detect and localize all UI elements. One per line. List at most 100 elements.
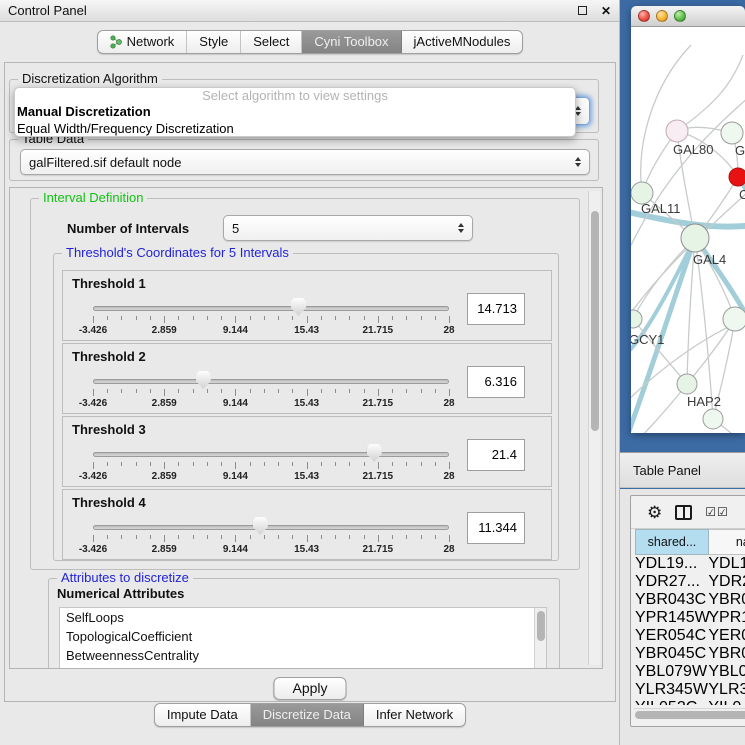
slider-track[interactable] — [93, 525, 449, 530]
slider-tick — [93, 316, 94, 323]
network-canvas[interactable]: GAL80GACGAL11GAL4GCY1HAHAP2 — [631, 27, 745, 433]
table-cell[interactable]: YPR1 — [708, 609, 745, 627]
slider-thumb[interactable] — [291, 298, 306, 316]
network-node[interactable] — [666, 120, 688, 142]
minimize-traffic-light-icon[interactable] — [656, 10, 668, 22]
table-data-combobox[interactable]: galFiltered.sif default node — [20, 149, 590, 175]
table-row[interactable]: YBR043CYBR0 — [635, 591, 745, 609]
network-node[interactable] — [631, 310, 642, 328]
threshold-value-field[interactable]: 14.713 — [467, 293, 525, 325]
table-cell[interactable]: YDL1 — [708, 555, 745, 573]
threshold-label: Threshold 3 — [72, 422, 146, 437]
attribute-list-item[interactable]: TopologicalCoefficient — [60, 627, 546, 646]
network-node[interactable] — [681, 224, 709, 252]
control-panel-title: Control Panel — [8, 3, 87, 18]
table-horizontal-scrollbar[interactable] — [634, 708, 745, 720]
select-columns-icon[interactable]: ☑☑ — [705, 505, 729, 519]
network-node[interactable] — [721, 122, 743, 144]
table-cell[interactable]: YBL079W — [635, 663, 708, 681]
slider-track[interactable] — [93, 452, 449, 457]
network-node[interactable] — [723, 307, 745, 331]
tab-jactivemnodules[interactable]: jActiveMNodules — [402, 31, 523, 53]
slider-tick — [136, 462, 137, 466]
tab-label: jActiveMNodules — [414, 34, 511, 49]
float-window-icon[interactable] — [578, 6, 587, 15]
table-cell[interactable]: YDR27... — [635, 573, 708, 591]
popup-item-equal-width-frequency-discretization[interactable]: Equal Width/Frequency Discretization — [15, 120, 575, 137]
close-traffic-light-icon[interactable] — [638, 10, 650, 22]
table-cell[interactable]: YBR0 — [708, 645, 745, 663]
gear-icon[interactable]: ⚙ — [647, 504, 662, 521]
table-column-header[interactable]: name — [708, 530, 745, 555]
slider-tick — [164, 462, 165, 469]
table-row[interactable]: YIL052CYIL0 — [635, 699, 745, 705]
slider-tick — [378, 462, 379, 469]
attributes-scrollbar[interactable] — [534, 608, 546, 669]
slider-thumb[interactable] — [196, 371, 211, 389]
table-panel-title: Table Panel — [633, 463, 701, 478]
table-cell[interactable]: YBR0 — [708, 591, 745, 609]
slider-track[interactable] — [93, 379, 449, 384]
threshold-value-field[interactable]: 11.344 — [467, 512, 525, 544]
scrollbar-thumb[interactable] — [537, 611, 545, 641]
table-cell[interactable]: YBR043C — [635, 591, 708, 609]
table-panel: ⚙ ☑☑ shared...name YDL19...YDL1YDR27...Y… — [620, 489, 745, 745]
table-cell[interactable]: YDR2 — [708, 573, 745, 591]
attribute-list-item[interactable]: BetweennessCentrality — [60, 646, 546, 665]
zoom-traffic-light-icon[interactable] — [674, 10, 686, 22]
slider-thumb[interactable] — [367, 444, 382, 462]
tab-cyni-toolbox[interactable]: Cyni Toolbox — [302, 31, 401, 53]
table-row[interactable]: YBL079WYBL0 — [635, 663, 745, 681]
network-node[interactable] — [703, 409, 723, 429]
table-row[interactable]: YLR345WYLR3 — [635, 681, 745, 699]
tab-network[interactable]: Network — [98, 31, 188, 53]
table-cell[interactable]: YER054C — [635, 627, 708, 645]
table-data-combobox-value: galFiltered.sif default node — [29, 155, 181, 170]
tab-infer-network[interactable]: Infer Network — [364, 704, 465, 726]
attribute-list-item[interactable]: SelfLoops — [60, 608, 546, 627]
table-cell[interactable]: YBL0 — [708, 663, 745, 681]
numerical-attributes-list[interactable]: SelfLoopsTopologicalCoefficientBetweenne… — [59, 607, 547, 669]
table-row[interactable]: YDR27...YDR2 — [635, 573, 745, 591]
tab-discretize-data[interactable]: Discretize Data — [251, 704, 364, 726]
slider-thumb[interactable] — [253, 517, 268, 535]
column-layout-icon[interactable] — [675, 505, 692, 520]
scrollbar-thumb[interactable] — [635, 711, 745, 719]
tab-style[interactable]: Style — [187, 31, 241, 53]
slider-track[interactable] — [93, 306, 449, 311]
panel-scrollbar[interactable] — [588, 191, 600, 665]
threshold-value-field[interactable]: 6.316 — [467, 366, 525, 398]
control-panel-titlebar: Control Panel ✕ — [0, 0, 619, 22]
slider-tick-label: 2.859 — [152, 471, 177, 482]
slider-tick-label: 28 — [443, 325, 454, 336]
apply-button[interactable]: Apply — [273, 677, 346, 700]
network-node[interactable] — [677, 374, 697, 394]
tab-impute-data[interactable]: Impute Data — [155, 704, 251, 726]
number-of-intervals-combobox[interactable]: 5 — [223, 215, 473, 241]
table-row[interactable]: YBR045CYBR0 — [635, 645, 745, 663]
table-cell[interactable]: YER0 — [708, 627, 745, 645]
table-row[interactable]: YPR145WYPR1 — [635, 609, 745, 627]
table-cell[interactable]: YLR345W — [635, 681, 708, 699]
table-row[interactable]: YER054CYER0 — [635, 627, 745, 645]
network-node[interactable] — [729, 168, 745, 186]
table-cell[interactable]: YIL052C — [635, 699, 708, 705]
table-cell[interactable]: YBR045C — [635, 645, 708, 663]
table-column-header[interactable]: shared... — [636, 530, 709, 555]
table-cell[interactable]: YLR3 — [708, 681, 745, 699]
tab-select[interactable]: Select — [241, 31, 302, 53]
node-label: C — [739, 187, 745, 202]
slider-tick — [435, 462, 436, 466]
table-cell[interactable]: YDL19... — [635, 555, 708, 573]
close-icon[interactable]: ✕ — [601, 5, 611, 17]
table-cell[interactable]: YPR145W — [635, 609, 708, 627]
threshold-value-field[interactable]: 21.4 — [467, 439, 525, 471]
table-cell[interactable]: YIL0 — [708, 699, 745, 705]
slider-tick-label: 15.43 — [294, 398, 319, 409]
scrollbar-thumb[interactable] — [591, 211, 599, 431]
screen: Control Panel ✕ NetworkStyleSelectCyni T… — [0, 0, 745, 745]
table-row[interactable]: YDL19...YDL1 — [635, 555, 745, 573]
popup-item-manual-discretization[interactable]: Manual Discretization — [15, 103, 575, 120]
slider-tick — [449, 535, 450, 542]
slider-tick — [178, 389, 179, 393]
